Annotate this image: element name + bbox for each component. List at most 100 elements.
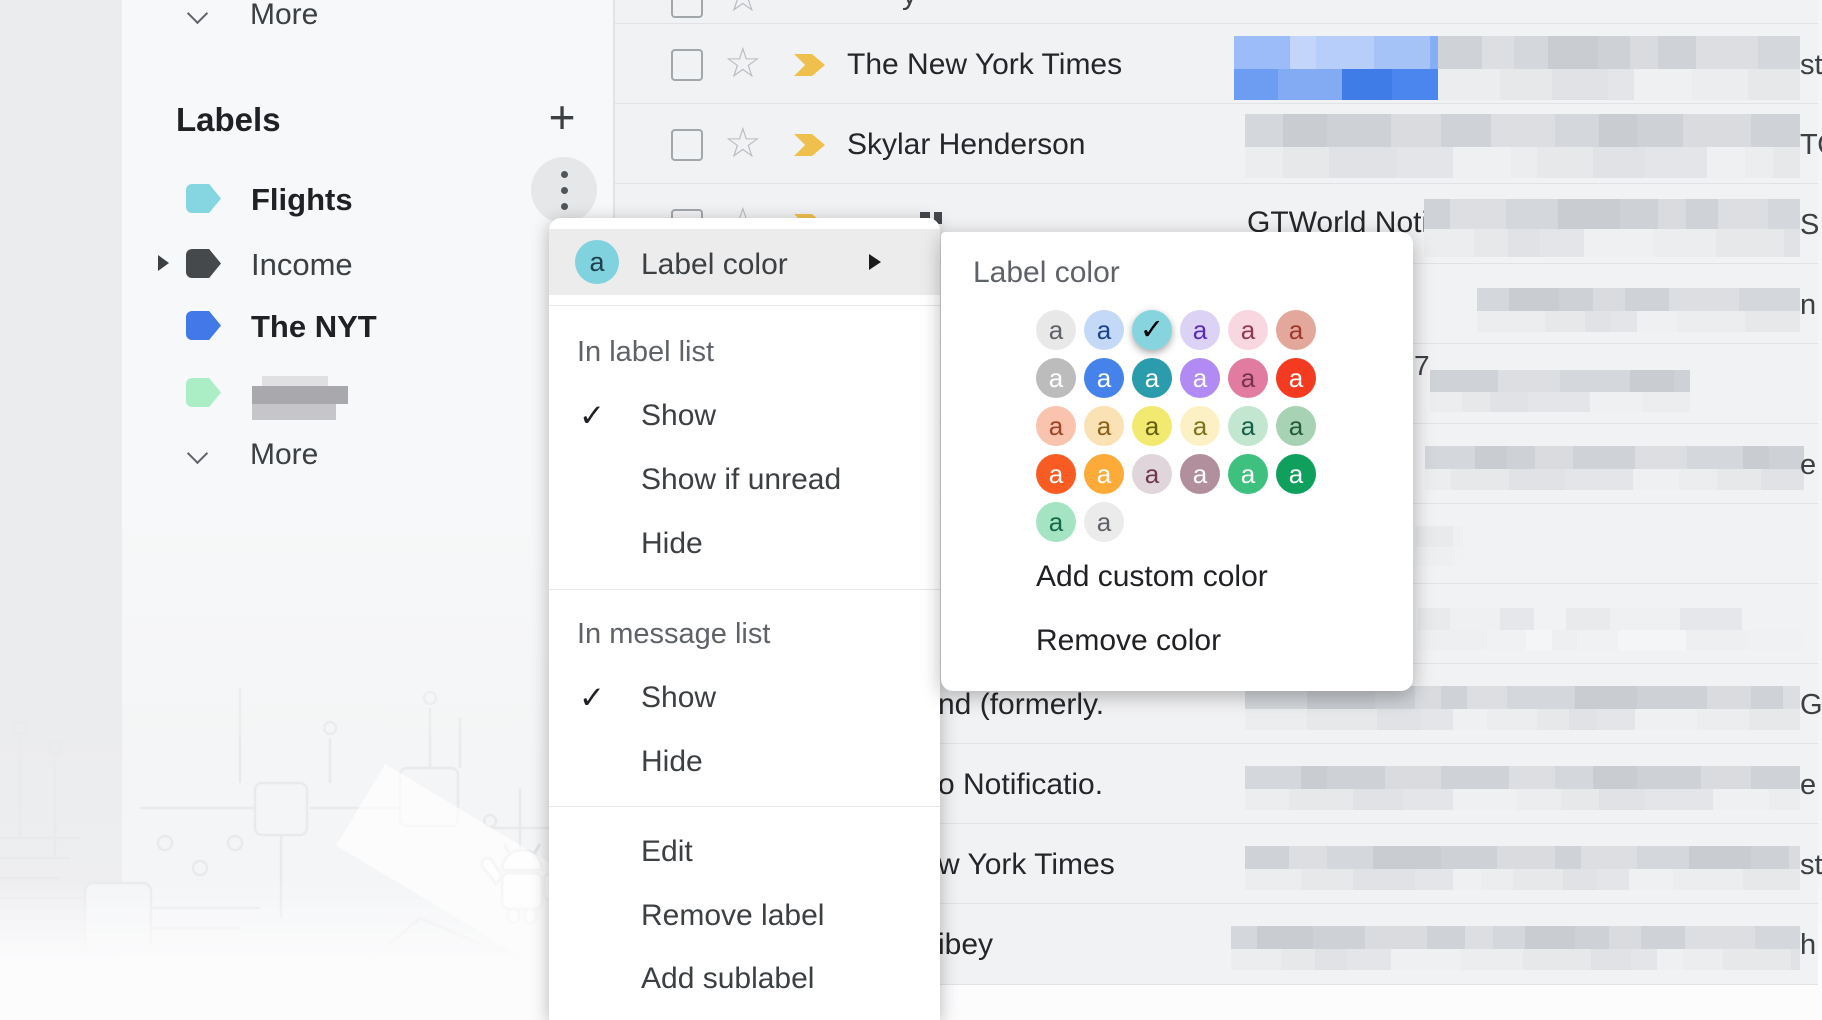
sidebar-item-label: Flights	[251, 182, 353, 218]
chevron-down-icon[interactable]	[190, 446, 205, 466]
label-color-swatch[interactable]: a	[1132, 454, 1172, 494]
subject-sliver-text: 7	[1414, 350, 1430, 382]
label-color-swatch[interactable]: a	[1228, 454, 1268, 494]
check-icon: ✓	[579, 678, 615, 718]
label-color-swatch[interactable]: a	[1180, 406, 1220, 446]
label-color-swatch[interactable]: a	[1180, 454, 1220, 494]
label-color-swatch[interactable]: a	[1180, 310, 1220, 350]
label-color-icon: a	[575, 240, 619, 284]
label-color-swatch[interactable]: a	[1276, 310, 1316, 350]
label-color-swatch[interactable]: a	[1084, 358, 1124, 398]
sidebar-item-label: The NYT	[251, 309, 377, 345]
sidebar-item-more-top[interactable]: More	[250, 0, 318, 32]
menu-separator	[549, 806, 940, 807]
email-checkbox[interactable]	[671, 49, 703, 81]
label-color-submenu: Label color aa✓aaaaaaaaaaaaaaaaaaaaaaa A…	[941, 232, 1413, 691]
sidebar	[122, 0, 614, 1020]
email-row-partial[interactable]: ☆ y	[614, 0, 1818, 23]
label-color-swatch[interactable]: a	[1228, 406, 1268, 446]
label-color-swatch[interactable]: a	[1132, 406, 1172, 446]
label-color-swatch[interactable]: a	[1036, 310, 1076, 350]
expand-arrow-icon[interactable]	[158, 255, 169, 271]
redacted-snippet	[1415, 526, 1463, 566]
label-color-swatch[interactable]: a	[1276, 406, 1316, 446]
email-checkbox[interactable]	[671, 129, 703, 161]
menu-item-show-label-list[interactable]: Show	[641, 396, 716, 436]
check-icon: ✓	[579, 396, 615, 436]
redacted-subject	[1231, 926, 1800, 970]
email-sender: Skylar Henderson	[847, 128, 1085, 162]
redacted-subject	[1245, 686, 1800, 730]
subject-edge-text: st	[1800, 49, 1822, 82]
subject-edge-text: TO	[1800, 129, 1822, 162]
redacted-snippet	[1424, 199, 1800, 257]
label-context-menu: a Label color In label list ✓ Show Show …	[549, 218, 940, 1020]
label-color-swatch[interactable]: a	[1132, 358, 1172, 398]
label-color-swatch[interactable]: a	[1276, 454, 1316, 494]
subject-edge-text: e	[1800, 449, 1816, 482]
subject-edge-text: e	[1800, 769, 1816, 802]
label-color-swatch[interactable]: a	[1036, 502, 1076, 542]
email-sender-tail: o Notificatio.	[938, 768, 1103, 802]
label-options-button[interactable]	[531, 157, 597, 223]
label-color-swatch[interactable]: a	[1084, 502, 1124, 542]
email-sender-tail: ibey	[938, 928, 993, 962]
left-gutter	[0, 0, 122, 1020]
section-header-in-label-list: In label list	[577, 334, 714, 370]
redacted-subject	[1245, 846, 1800, 890]
menu-item-show-message-list[interactable]: Show	[641, 678, 716, 718]
email-sender-tail: w York Times	[938, 848, 1115, 882]
labels-heading: Labels	[176, 101, 281, 139]
redacted-subject	[1234, 36, 1438, 100]
subject-edge-text: n	[1800, 289, 1816, 322]
label-color-swatch[interactable]: a	[1084, 406, 1124, 446]
email-sender: The New York Times	[847, 48, 1122, 82]
sender-fragment: y	[902, 0, 917, 12]
menu-separator	[549, 589, 940, 590]
email-row[interactable]: ☆ The New York Times st	[614, 23, 1818, 104]
menu-item-hide-label-list[interactable]: Hide	[641, 524, 703, 564]
label-color-swatch[interactable]: a	[1228, 358, 1268, 398]
submenu-title: Label color	[973, 256, 1120, 290]
gmail-screen: ☆ y ☆ The New York Times st ☆ Skylar Hen…	[0, 0, 1822, 1020]
label-color-swatch[interactable]: a	[1036, 358, 1076, 398]
menu-item-add-sublabel[interactable]: Add sublabel	[641, 959, 814, 999]
redacted-snippet	[1430, 370, 1690, 412]
menu-item-label-color-text[interactable]: Label color	[641, 245, 788, 285]
importance-marker-icon[interactable]	[794, 54, 825, 76]
add-custom-color-button[interactable]: Add custom color	[1036, 557, 1268, 597]
label-color-swatch[interactable]: a	[1180, 358, 1220, 398]
redacted-snippet	[1418, 608, 1804, 650]
menu-item-remove-label[interactable]: Remove label	[641, 896, 824, 936]
importance-marker-icon[interactable]	[794, 134, 825, 156]
menu-separator	[549, 305, 940, 306]
redacted-snippet	[1438, 36, 1800, 100]
label-color-swatch[interactable]: a	[1084, 454, 1124, 494]
subject-edge-text: h	[1800, 929, 1816, 962]
subject-edge-text: S	[1800, 209, 1819, 242]
subject-edge-text: G	[1800, 689, 1822, 722]
remove-color-button[interactable]: Remove color	[1036, 621, 1221, 661]
email-row[interactable]: ☆ Skylar Henderson TO	[614, 103, 1818, 184]
menu-item-edit[interactable]: Edit	[641, 832, 693, 872]
label-color-swatch[interactable]: a	[1036, 406, 1076, 446]
add-label-button[interactable]: +	[540, 92, 584, 144]
menu-item-hide-message-list[interactable]: Hide	[641, 742, 703, 782]
redacted-snippet	[1477, 288, 1800, 332]
label-color-swatch[interactable]: a	[1228, 310, 1268, 350]
star-icon[interactable]: ☆	[724, 120, 762, 166]
label-color-swatch[interactable]: a	[1276, 358, 1316, 398]
chevron-down-icon[interactable]	[190, 6, 205, 26]
sidebar-item-more-bottom[interactable]: More	[250, 438, 318, 472]
sidebar-item-label: Income	[251, 247, 353, 283]
star-icon[interactable]: ☆	[724, 40, 762, 86]
menu-item-show-if-unread[interactable]: Show if unread	[641, 460, 841, 500]
redacted-label-name	[252, 376, 348, 420]
submenu-arrow-icon	[869, 254, 881, 270]
email-checkbox[interactable]	[671, 0, 703, 18]
label-color-swatch[interactable]: a	[1084, 310, 1124, 350]
star-icon[interactable]: ☆	[724, 0, 762, 20]
label-color-swatch-selected[interactable]: ✓	[1132, 310, 1172, 350]
label-color-swatch[interactable]: a	[1036, 454, 1076, 494]
section-header-in-message-list: In message list	[577, 616, 770, 652]
